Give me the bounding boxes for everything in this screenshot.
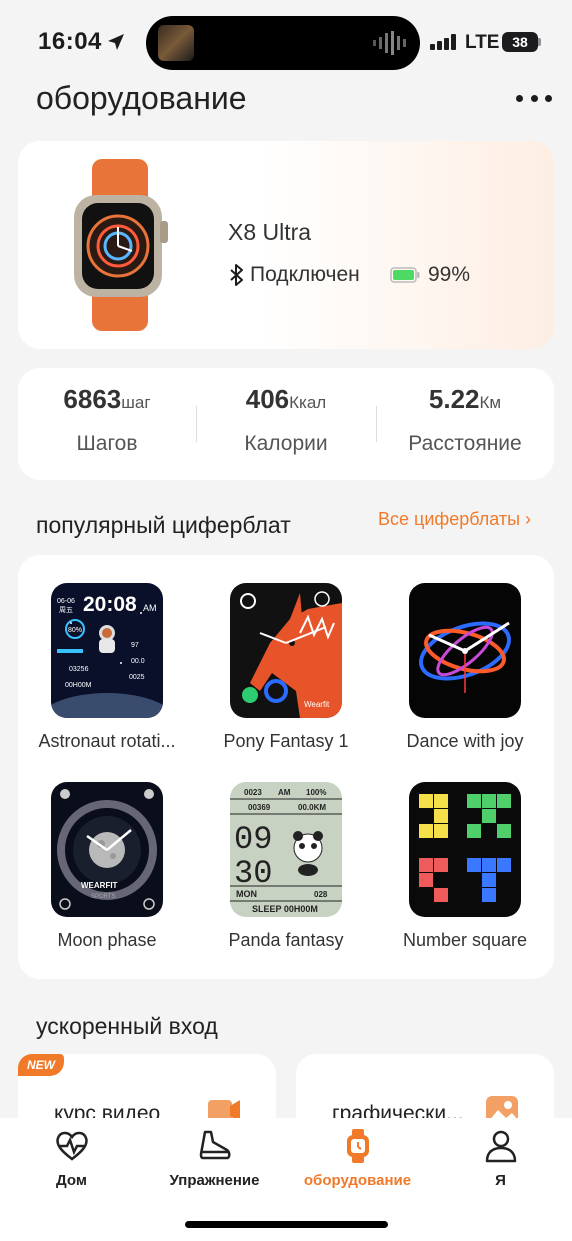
home-indicator[interactable] [185, 1221, 388, 1228]
activity-stats-card[interactable]: 6863шаг Шагов 406Ккал Калории 5.22Км Рас… [18, 368, 554, 480]
battery-indicator: 38 [502, 32, 538, 52]
astro-percent: 80% [68, 627, 82, 634]
battery-cap [538, 38, 541, 46]
more-options-button[interactable] [516, 88, 552, 108]
panda-num1: 0023 [244, 788, 262, 797]
watch-image [74, 159, 168, 331]
watchface-name: Astronaut rotati... [38, 731, 176, 751]
audio-wave-icon [373, 31, 406, 55]
user-icon [485, 1130, 516, 1163]
panda-percent: 100% [306, 788, 326, 797]
astro-sleep: 00H00M [65, 682, 92, 689]
tab-label: оборудование [303, 1172, 412, 1189]
watchfaces-grid: 06-06 周五 20:08 AM 80% 97 00.0 03256 0025… [18, 555, 554, 979]
watchface-preview: Wearfit [230, 583, 342, 718]
steps-unit: шаг [121, 393, 151, 412]
popular-faces-title: популярный циферблат [36, 512, 291, 538]
status-bar: 16:04 LTE 38 [0, 0, 572, 80]
watchface-preview [409, 782, 521, 917]
astro-value-2: 00.0 [131, 658, 145, 665]
bluetooth-icon [230, 264, 243, 286]
network-type: LTE [465, 32, 500, 53]
calories-stat: 406Ккал Калории [197, 368, 375, 480]
watchface-preview: WEARFIT SPORTS [51, 782, 163, 917]
calories-value: 406 [245, 384, 290, 414]
device-name: X8 Ultra [228, 219, 312, 245]
now-playing-artwork [158, 25, 194, 61]
tab-label: Дом [56, 1172, 87, 1189]
location-arrow-icon [108, 34, 124, 50]
quick-entry-title: ускоренный вход [36, 1013, 218, 1039]
astro-value-3: 0025 [129, 674, 145, 681]
steps-value: 6863 [63, 384, 122, 414]
watchface-name: Number square [402, 930, 528, 950]
steps-stat: 6863шаг Шагов [18, 368, 196, 480]
chevron-right-icon: › [525, 509, 532, 529]
dynamic-island[interactable] [146, 16, 420, 70]
tab-label: Упражнение [169, 1172, 260, 1189]
all-faces-label: Все циферблаты [378, 509, 521, 529]
panda-heart-rate: 028 [314, 890, 328, 899]
astro-value-1: 97 [131, 642, 139, 649]
sneaker-icon [199, 1130, 230, 1160]
watchface-name: Dance with joy [406, 731, 524, 751]
panda-sleep: SLEEP 00H00M [252, 904, 318, 914]
new-badge: NEW [18, 1054, 64, 1076]
tab-label: Я [495, 1172, 506, 1189]
panda-distance: 00.0KM [298, 803, 326, 812]
watchface-preview [409, 583, 521, 718]
watchface-panda[interactable]: 0023 AM 100% 00369 00.0KM 09 30 MON 028 … [197, 754, 375, 950]
device-card[interactable]: X8 Ultra Подключен 99% [18, 141, 554, 349]
watchface-name: Moon phase [57, 930, 157, 950]
watchface-name: Pony Fantasy 1 [223, 731, 349, 751]
astro-day: 周五 [59, 606, 73, 614]
panda-ampm: AM [278, 788, 291, 797]
device-battery-percent: 99% [428, 263, 471, 286]
astro-steps: 03256 [69, 666, 89, 673]
tab-profile[interactable]: Я [429, 1128, 572, 1198]
watch-icon [346, 1129, 369, 1163]
calories-label: Калории [244, 432, 328, 455]
status-time: 16:04 [38, 28, 102, 55]
calories-unit: Ккал [289, 393, 327, 412]
watchface-dance[interactable]: Dance with joy [376, 555, 554, 751]
device-battery-icon [390, 267, 420, 283]
watchface-preview: 0023 AM 100% 00369 00.0KM 09 30 MON 028 … [230, 782, 342, 917]
tab-equipment[interactable]: оборудование [286, 1128, 429, 1198]
watchface-pony[interactable]: Wearfit Pony Fantasy 1 [197, 555, 375, 751]
tab-home[interactable]: Дом [0, 1128, 143, 1198]
steps-label: Шагов [76, 432, 138, 455]
panda-day: MON [236, 889, 257, 899]
pony-brand: Wearfit [304, 700, 330, 709]
watchface-name: Panda fantasy [228, 930, 344, 950]
distance-unit: Км [479, 393, 502, 412]
distance-label: Расстояние [408, 432, 522, 455]
heart-pulse-icon [55, 1131, 88, 1161]
tab-exercise[interactable]: Упражнение [143, 1128, 286, 1198]
distance-value: 5.22 [428, 384, 480, 414]
signal-icon [430, 34, 456, 50]
moon-brand: WEARFIT [81, 881, 118, 890]
watchface-preview: 06-06 周五 20:08 AM 80% 97 00.0 03256 0025… [51, 583, 163, 718]
astro-date: 06-06 [57, 598, 75, 605]
all-faces-link[interactable]: Все циферблаты › [378, 509, 531, 530]
panda-steps: 00369 [248, 803, 271, 812]
watchface-moon-phase[interactable]: WEARFIT SPORTS Moon phase [18, 754, 196, 950]
panda-hour: 09 [234, 821, 272, 858]
watchface-astronaut[interactable]: 06-06 周五 20:08 AM 80% 97 00.0 03256 0025… [18, 555, 196, 751]
distance-stat: 5.22Км Расстояние [376, 368, 554, 480]
astro-ampm: AM [143, 603, 157, 613]
moon-sports: SPORTS [91, 894, 116, 900]
connection-status: Подключен [250, 263, 360, 286]
astro-time: 20:08 [83, 593, 137, 616]
watchface-number-square[interactable]: Number square [376, 754, 554, 950]
page-title: оборудование [36, 80, 247, 116]
